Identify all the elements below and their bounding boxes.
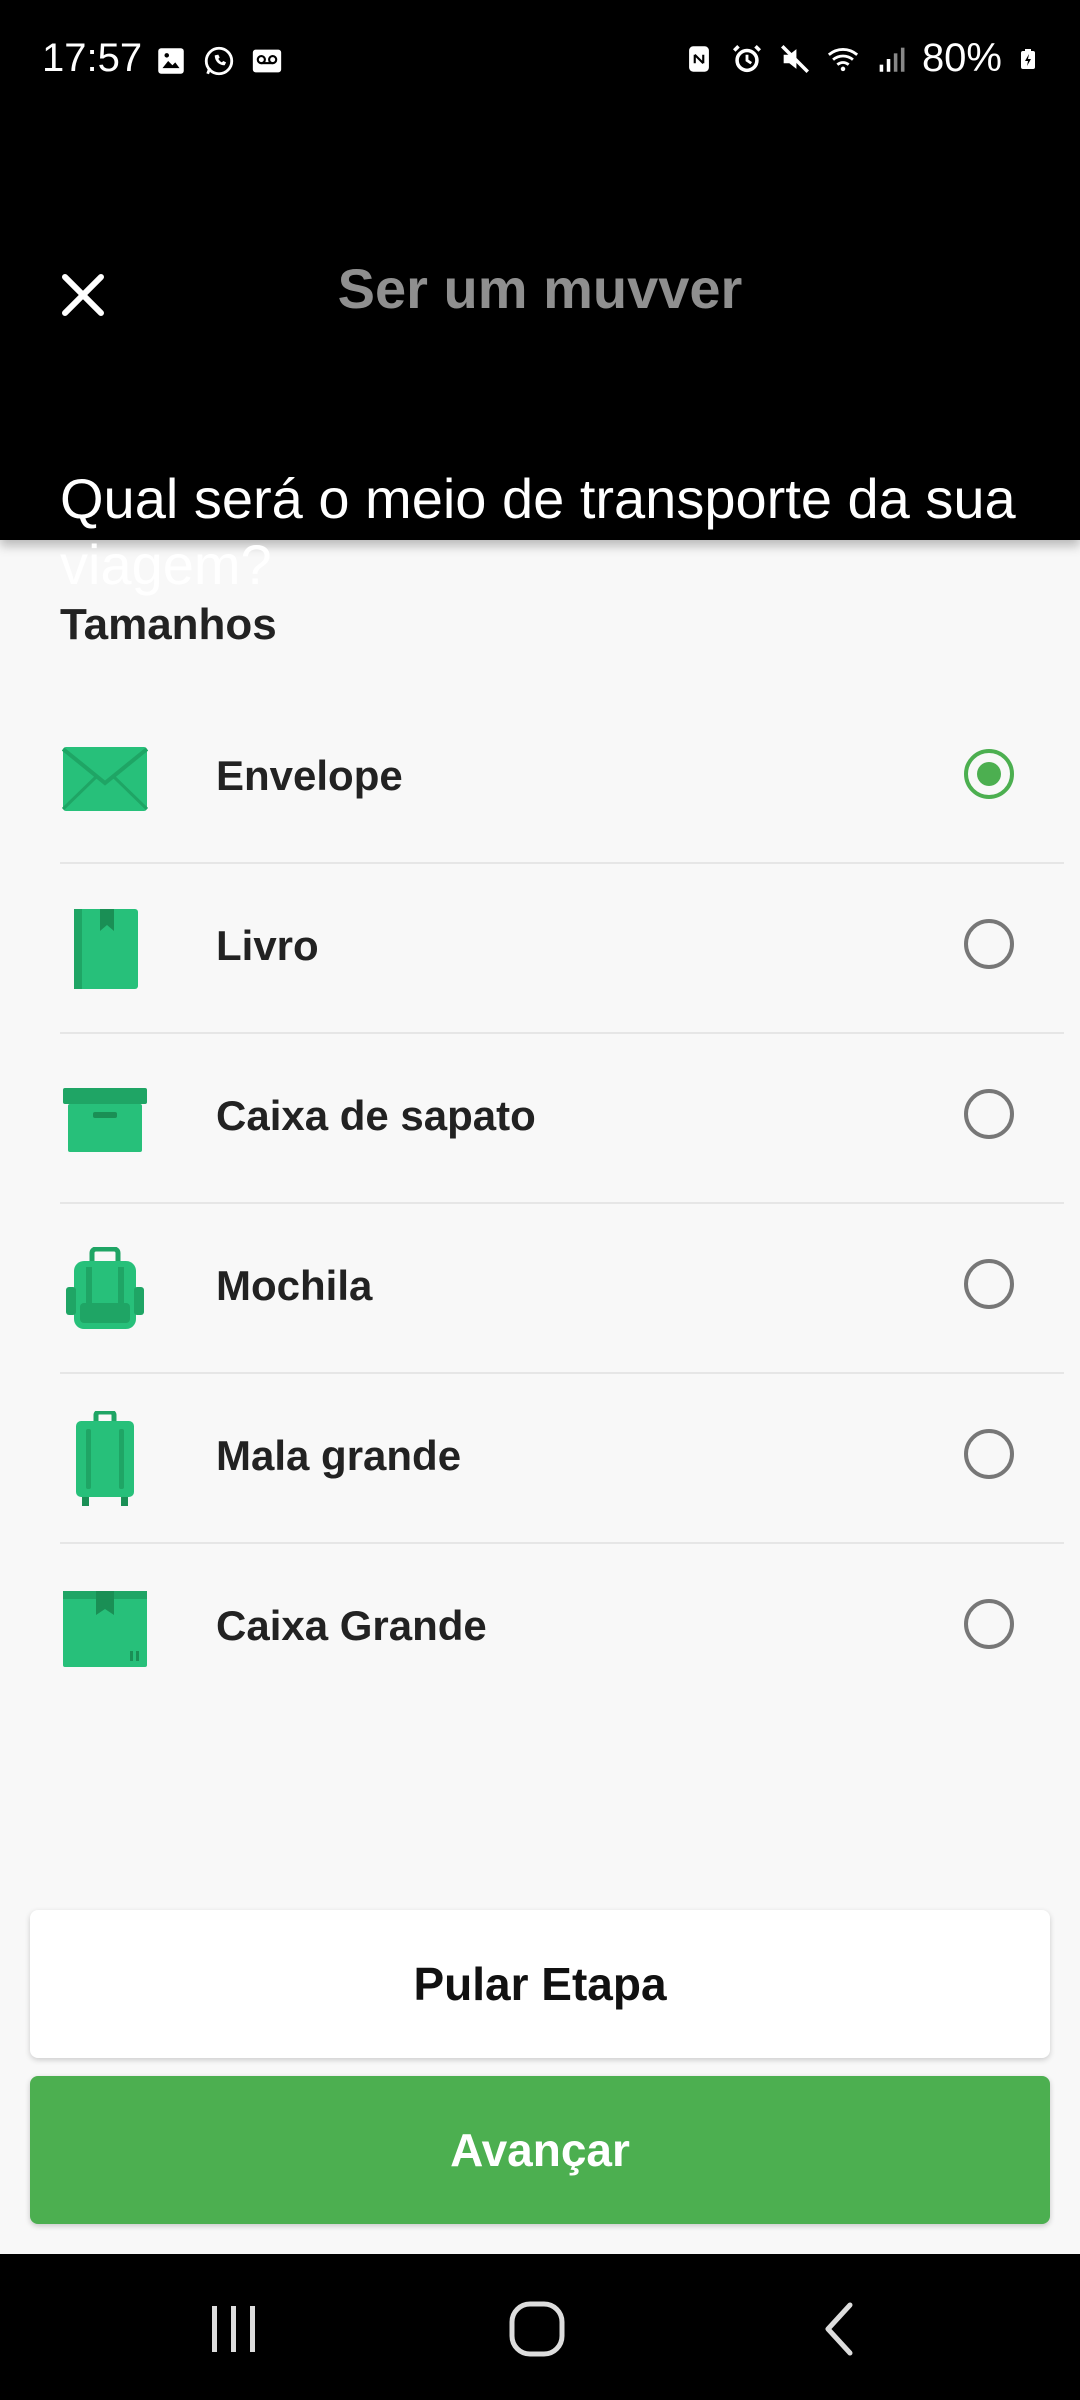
recents-button[interactable] <box>194 2294 274 2364</box>
battery-icon <box>1021 48 1035 69</box>
recents-icon <box>212 2306 255 2352</box>
shoebox-icon <box>60 1074 150 1164</box>
home-icon <box>509 2301 565 2357</box>
size-option-label: Caixa de sapato <box>216 1092 536 1139</box>
question-heading: Qual será o meio de transporte da sua vi… <box>60 467 1016 596</box>
navigation-bar <box>0 2254 1080 2400</box>
big-box-icon <box>60 1584 150 1674</box>
wifi-icon <box>827 47 859 71</box>
screen-title: Ser um muvver <box>337 257 743 320</box>
status-system-icons: 80% <box>682 36 1040 81</box>
size-option-backpack[interactable]: Mochila <box>60 1204 1064 1374</box>
size-option-label: Mala grande <box>216 1432 462 1479</box>
home-button[interactable] <box>497 2294 577 2364</box>
size-option-label: Livro <box>216 922 319 969</box>
size-option-book[interactable]: Livro <box>60 864 1064 1034</box>
radio-button[interactable] <box>964 919 1014 969</box>
backpack-icon <box>60 1244 150 1334</box>
signal-icon <box>879 47 905 72</box>
radio-button[interactable] <box>964 1089 1014 1139</box>
size-option-shoebox[interactable]: Caixa de sapato <box>60 1034 1064 1204</box>
nfc-icon <box>689 45 709 72</box>
size-option-label: Envelope <box>216 752 403 799</box>
size-option-label: Caixa Grande <box>216 1602 487 1649</box>
section-title: Tamanhos <box>60 600 277 649</box>
gallery-icon <box>158 48 184 74</box>
back-icon <box>825 2302 853 2356</box>
next-button[interactable]: Avançar <box>30 2076 1050 2224</box>
status-bar: 17:57 80% <box>0 0 1080 120</box>
header: Ser um muvver Qual será o meio de transp… <box>0 120 1080 596</box>
suitcase-icon <box>60 1411 150 1506</box>
back-button[interactable] <box>800 2294 880 2364</box>
whatsapp-icon <box>204 46 234 76</box>
radio-button-selected[interactable] <box>964 749 1014 799</box>
size-option-label: Mochila <box>216 1262 373 1309</box>
radio-button[interactable] <box>964 1599 1014 1649</box>
battery-percentage: 80% <box>921 36 1002 80</box>
status-time: 17:57 <box>42 36 143 80</box>
radio-button[interactable] <box>964 1259 1014 1309</box>
radio-button[interactable] <box>964 1429 1014 1479</box>
size-option-envelope[interactable]: Envelope <box>60 694 1064 864</box>
skip-step-button[interactable]: Pular Etapa <box>30 1910 1050 2058</box>
voicemail-icon <box>252 49 282 73</box>
size-option-big-box[interactable]: Caixa Grande <box>60 1544 1064 1712</box>
book-icon <box>60 904 150 994</box>
mute-icon <box>780 44 809 73</box>
status-notification-icons <box>154 44 284 78</box>
size-option-suitcase[interactable]: Mala grande <box>60 1374 1064 1544</box>
envelope-icon <box>60 734 150 824</box>
alarm-icon <box>732 44 761 72</box>
size-options-list: Envelope Livro Caixa de sapato Mochila M… <box>60 694 1064 1712</box>
